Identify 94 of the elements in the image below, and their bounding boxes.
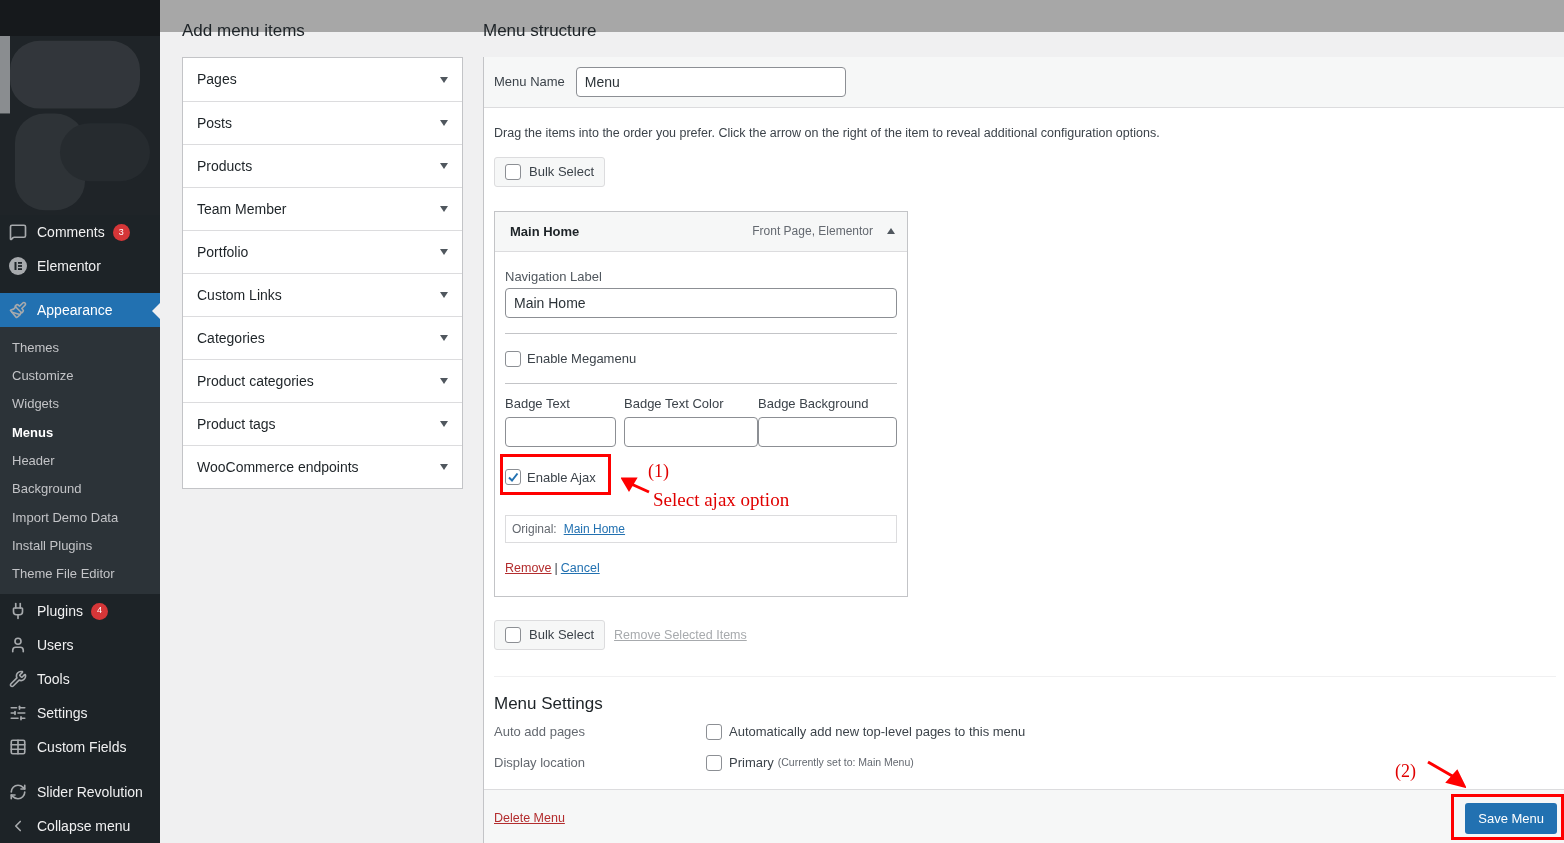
annotation-number: (2)	[1395, 760, 1416, 783]
elementor-icon	[9, 257, 27, 276]
input-field[interactable]	[758, 417, 897, 448]
checkbox[interactable]	[706, 724, 722, 740]
field-label: Badge Text Color	[624, 395, 725, 411]
user-icon	[9, 636, 27, 654]
field-label: Badge Text	[505, 395, 571, 411]
checkbox[interactable]	[706, 755, 722, 771]
submenu-item[interactable]: Background	[0, 474, 160, 504]
sidebar-item[interactable]: Elementor	[0, 249, 160, 284]
caret-icon	[440, 378, 448, 384]
submenu-item[interactable]: Customize	[0, 361, 160, 390]
checkbox[interactable]	[505, 350, 521, 367]
annotation-number: (1)	[648, 459, 669, 483]
accordion-section[interactable]: Products	[183, 144, 462, 187]
remove-link[interactable]: Remove	[505, 559, 552, 578]
section-heading: Add menu items	[182, 20, 305, 42]
accordion-section[interactable]: Product categories	[183, 359, 462, 402]
sidebar-item[interactable]: Users	[0, 628, 160, 662]
caret-icon	[440, 163, 448, 169]
separator: |	[554, 560, 558, 578]
refresh-icon	[9, 783, 27, 801]
caret-icon	[440, 421, 448, 427]
submenu-item[interactable]: Widgets	[0, 389, 160, 419]
annotation-text: Select ajax option	[653, 487, 790, 512]
accordion-section[interactable]: Custom Links	[183, 273, 462, 316]
section-heading: Menu structure	[483, 20, 597, 42]
setting-label: Display location	[494, 754, 587, 773]
menu-item-title: Main Home	[510, 222, 581, 241]
caret-icon	[440, 464, 448, 470]
sidebar-item[interactable]: Tools	[0, 662, 160, 696]
sidebar-item[interactable]: Comments 3	[0, 215, 160, 250]
input-field[interactable]	[505, 417, 616, 448]
setting-label: Auto add pages	[494, 723, 587, 742]
checkbox-label: Automatically add new top-level pages to this menu	[729, 723, 1026, 742]
bulk-select-button[interactable]: Bulk Select	[494, 620, 606, 650]
sidebar-item[interactable]: Settings	[0, 696, 160, 730]
accordion-section[interactable]: Pages	[183, 58, 462, 101]
accordion-section[interactable]: WooCommerce endpoints	[183, 445, 462, 488]
settings-heading: Menu Settings	[494, 693, 604, 715]
original-label: Original:	[512, 521, 557, 539]
submenu-item[interactable]: Theme File Editor	[0, 559, 160, 588]
sliders-icon	[9, 704, 27, 722]
menu-name-field[interactable]: Menu	[575, 67, 846, 97]
comment-icon	[9, 223, 27, 242]
count-badge: 3	[112, 223, 130, 241]
accordion-section[interactable]: Portfolio	[183, 230, 462, 273]
cancel-link[interactable]: Cancel	[560, 559, 600, 578]
brush-icon	[9, 301, 27, 320]
field-label: Badge Background	[758, 395, 870, 411]
submenu-item[interactable]: Install Plugins	[0, 531, 160, 560]
save-menu-button[interactable]: Save Menu	[1465, 803, 1557, 834]
bulk-select-button[interactable]: Bulk Select	[494, 156, 606, 187]
setting-note: (Currently set to: Main Menu)	[777, 755, 914, 771]
caret-icon	[440, 206, 448, 212]
delete-menu-link[interactable]: Delete Menu	[494, 809, 565, 828]
sidebar-item[interactable]: Custom Fields	[0, 730, 160, 764]
checkbox[interactable]	[505, 469, 521, 486]
caret-icon	[440, 120, 448, 126]
caret-icon	[440, 249, 448, 255]
submenu-item[interactable]: Menus	[0, 418, 160, 447]
submenu-item[interactable]: Import Demo Data	[0, 503, 160, 532]
arrow-icon	[1426, 760, 1466, 788]
checkbox[interactable]	[505, 627, 521, 643]
table-icon	[9, 738, 27, 756]
original-link[interactable]: Main Home	[563, 520, 626, 539]
field-label: Menu Name	[494, 73, 565, 92]
sidebar-item[interactable]: Slider Revolution	[0, 775, 160, 809]
count-badge: 4	[90, 602, 108, 620]
menu-item-type: Front Page, Elementor	[752, 223, 873, 241]
input-field[interactable]	[624, 417, 758, 448]
navigation-label-field[interactable]: Main Home	[505, 288, 897, 319]
caret-icon	[440, 76, 448, 83]
field-label: Navigation Label	[505, 267, 603, 286]
sidebar-item[interactable]: Appearance	[0, 293, 160, 328]
accordion-section[interactable]: Team Member	[183, 187, 462, 230]
sidebar-item[interactable]: Collapse menu	[0, 809, 160, 843]
checkbox-label: Enable Ajax	[527, 468, 596, 487]
caret-icon	[440, 335, 448, 341]
submenu-item[interactable]: Themes	[0, 333, 160, 362]
submenu-item[interactable]: Header	[0, 446, 160, 475]
checkbox-label: Enable Megamenu	[527, 350, 637, 368]
caret-icon	[440, 292, 448, 298]
accordion-section[interactable]: Categories	[183, 316, 462, 359]
instructions: Drag the items into the order you prefer. Click the arrow on the right of the item to reveal additional configuration options.	[494, 125, 1161, 142]
menu-item-header[interactable]: Main Home Front Page, Elementor	[495, 211, 907, 252]
current-pointer-icon	[152, 303, 160, 320]
checkbox[interactable]	[505, 163, 521, 180]
checkbox-label: Primary	[729, 754, 774, 773]
sidebar-item[interactable]: Plugins 4	[0, 594, 160, 628]
wrench-icon	[9, 670, 27, 688]
accordion-section[interactable]: Product tags	[183, 402, 462, 445]
collapse-icon[interactable]	[887, 228, 895, 235]
accordion-section[interactable]: Posts	[183, 101, 462, 144]
